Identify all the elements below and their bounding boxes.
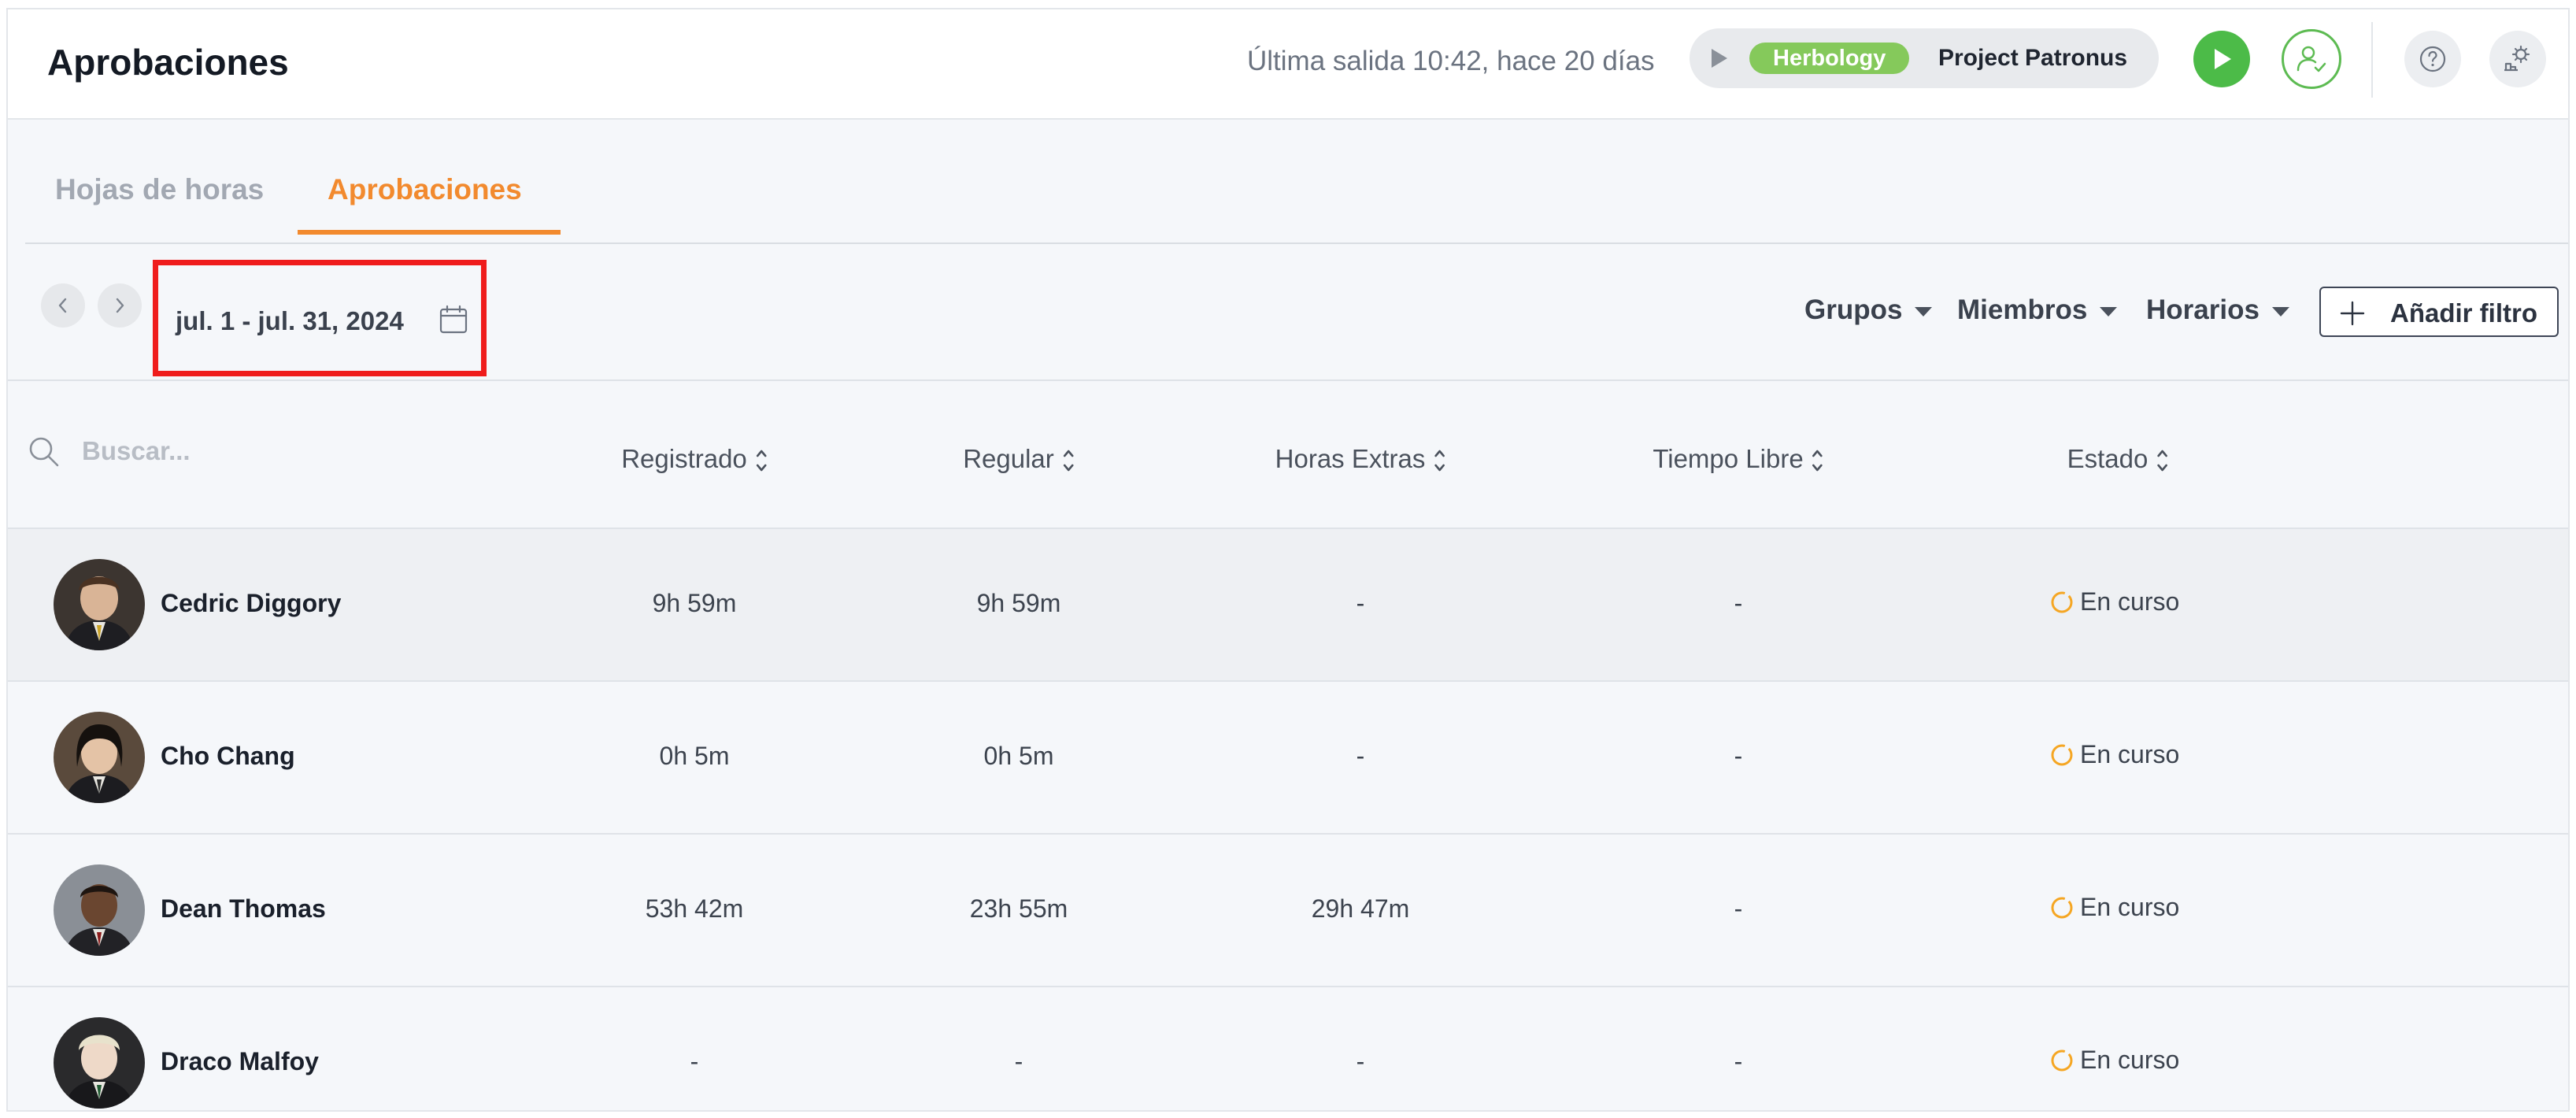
play-small-icon bbox=[1712, 49, 1727, 68]
date-range-picker[interactable]: jul. 1 - jul. 31, 2024 bbox=[153, 260, 487, 376]
avatar bbox=[54, 1017, 145, 1109]
column-header-horas-extras[interactable]: Horas Extras bbox=[1275, 444, 1446, 476]
column-header-label: Tiempo Libre bbox=[1653, 444, 1804, 473]
status-text: En curso bbox=[2080, 893, 2180, 921]
column-header-estado[interactable]: Estado bbox=[2067, 444, 2169, 476]
cell-horas-extras: 29h 47m bbox=[1311, 894, 1410, 923]
status-text: En curso bbox=[2080, 587, 2180, 616]
help-icon bbox=[2419, 46, 2446, 72]
tabs-divider bbox=[25, 242, 2568, 244]
add-filter-label: Añadir filtro bbox=[2390, 298, 2537, 328]
top-bar: Aprobaciones Última salida 10:42, hace 2… bbox=[8, 9, 2568, 120]
groups-filter-label: Grupos bbox=[1804, 294, 1903, 325]
user-check-button[interactable] bbox=[2282, 29, 2341, 89]
cell-regular: 23h 55m bbox=[969, 894, 1068, 923]
settings-gear-icon bbox=[2504, 45, 2530, 72]
caret-down-icon bbox=[2100, 306, 2118, 317]
status-text: En curso bbox=[2080, 1046, 2180, 1074]
cell-tiempo-libre: - bbox=[1734, 742, 1743, 770]
avatar bbox=[54, 864, 145, 956]
cell-regular: 0h 5m bbox=[983, 742, 1054, 770]
member-name[interactable]: Draco Malfoy bbox=[161, 1047, 319, 1076]
previous-period-button[interactable] bbox=[41, 283, 85, 328]
member-name[interactable]: Cho Chang bbox=[161, 742, 295, 771]
member-name[interactable]: Dean Thomas bbox=[161, 894, 326, 924]
caret-down-icon bbox=[1915, 306, 1933, 317]
caret-down-icon bbox=[2271, 306, 2289, 317]
add-filter-button[interactable]: Añadir filtro bbox=[2319, 287, 2559, 337]
in-progress-icon bbox=[2051, 1050, 2073, 1071]
cell-tiempo-libre: - bbox=[1734, 1047, 1743, 1075]
last-clock-out-text: Última salida 10:42, hace 20 días bbox=[1247, 46, 1655, 76]
tab-approvals[interactable]: Aprobaciones bbox=[328, 173, 522, 206]
in-progress-icon bbox=[2051, 744, 2073, 765]
timer-project-name[interactable]: Project Patronus bbox=[1938, 45, 2127, 72]
cell-registrado: 53h 42m bbox=[645, 894, 744, 923]
members-filter-label: Miembros bbox=[1957, 294, 2088, 325]
table-row[interactable]: Dean Thomas 53h 42m 23h 55m 29h 47m - En… bbox=[8, 833, 2568, 986]
cell-regular: 9h 59m bbox=[976, 589, 1061, 617]
column-header-label: Estado bbox=[2067, 444, 2149, 473]
calendar-icon bbox=[439, 305, 468, 334]
avatar bbox=[54, 559, 145, 650]
table-row[interactable]: Cedric Diggory 9h 59m 9h 59m - - En curs… bbox=[8, 528, 2568, 680]
cell-regular: - bbox=[1014, 1047, 1023, 1075]
schedules-filter-dropdown[interactable]: Horarios bbox=[2146, 294, 2291, 326]
schedules-filter-label: Horarios bbox=[2146, 294, 2260, 325]
cell-horas-extras: - bbox=[1356, 1047, 1365, 1075]
search-icon bbox=[27, 435, 61, 473]
in-progress-icon bbox=[2051, 591, 2073, 613]
sort-icon bbox=[2157, 450, 2167, 472]
chevron-right-icon bbox=[116, 298, 124, 313]
timer-widget[interactable]: Herbology Project Patronus bbox=[1690, 28, 2159, 88]
status-badge: En curso bbox=[2050, 740, 2179, 769]
play-icon bbox=[2215, 49, 2231, 69]
avatar bbox=[54, 712, 145, 803]
sort-icon bbox=[1812, 450, 1823, 472]
sort-icon bbox=[1434, 450, 1445, 472]
table-row[interactable]: Cho Chang 0h 5m 0h 5m - - En curso bbox=[8, 680, 2568, 833]
table-row[interactable]: Draco Malfoy - - - - En curso bbox=[8, 986, 2568, 1110]
column-header-label: Regular bbox=[963, 444, 1054, 473]
sort-icon bbox=[1063, 450, 1074, 472]
column-header-label: Registrado bbox=[621, 444, 747, 473]
cell-registrado: 0h 5m bbox=[659, 742, 730, 770]
search-input[interactable] bbox=[80, 428, 477, 474]
column-header-regular[interactable]: Regular bbox=[963, 444, 1075, 476]
groups-filter-dropdown[interactable]: Grupos bbox=[1804, 294, 1934, 326]
status-text: En curso bbox=[2080, 740, 2180, 768]
cell-registrado: - bbox=[690, 1047, 699, 1075]
start-timer-button[interactable] bbox=[2193, 31, 2250, 87]
page-title: Aprobaciones bbox=[47, 42, 289, 83]
next-period-button[interactable] bbox=[98, 283, 142, 328]
members-filter-dropdown[interactable]: Miembros bbox=[1957, 294, 2119, 326]
plus-icon bbox=[2340, 301, 2365, 326]
sort-icon bbox=[756, 450, 767, 472]
status-badge: En curso bbox=[2050, 587, 2179, 616]
cell-registrado: 9h 59m bbox=[652, 589, 737, 617]
column-header-label: Horas Extras bbox=[1275, 444, 1426, 473]
cell-horas-extras: - bbox=[1356, 589, 1365, 617]
cell-tiempo-libre: - bbox=[1734, 589, 1743, 617]
app-frame: Aprobaciones Última salida 10:42, hace 2… bbox=[6, 8, 2570, 1112]
member-name[interactable]: Cedric Diggory bbox=[161, 589, 341, 618]
tab-timesheets[interactable]: Hojas de horas bbox=[55, 173, 264, 206]
active-tab-indicator bbox=[298, 230, 561, 235]
column-header-registrado[interactable]: Registrado bbox=[621, 444, 768, 476]
status-badge: En curso bbox=[2050, 1046, 2179, 1075]
in-progress-icon bbox=[2051, 897, 2073, 918]
date-range-text: jul. 1 - jul. 31, 2024 bbox=[176, 306, 404, 335]
help-button[interactable] bbox=[2404, 31, 2461, 87]
user-check-icon bbox=[2297, 46, 2326, 72]
filter-row-divider bbox=[8, 379, 2568, 381]
cell-tiempo-libre: - bbox=[1734, 894, 1743, 923]
header-divider bbox=[2371, 22, 2373, 98]
settings-button[interactable] bbox=[2489, 31, 2546, 87]
timer-tag-badge[interactable]: Herbology bbox=[1749, 43, 1910, 74]
column-header-tiempo-libre[interactable]: Tiempo Libre bbox=[1653, 444, 1823, 476]
status-badge: En curso bbox=[2050, 893, 2179, 922]
cell-horas-extras: - bbox=[1356, 742, 1365, 770]
chevron-left-icon bbox=[58, 298, 67, 313]
